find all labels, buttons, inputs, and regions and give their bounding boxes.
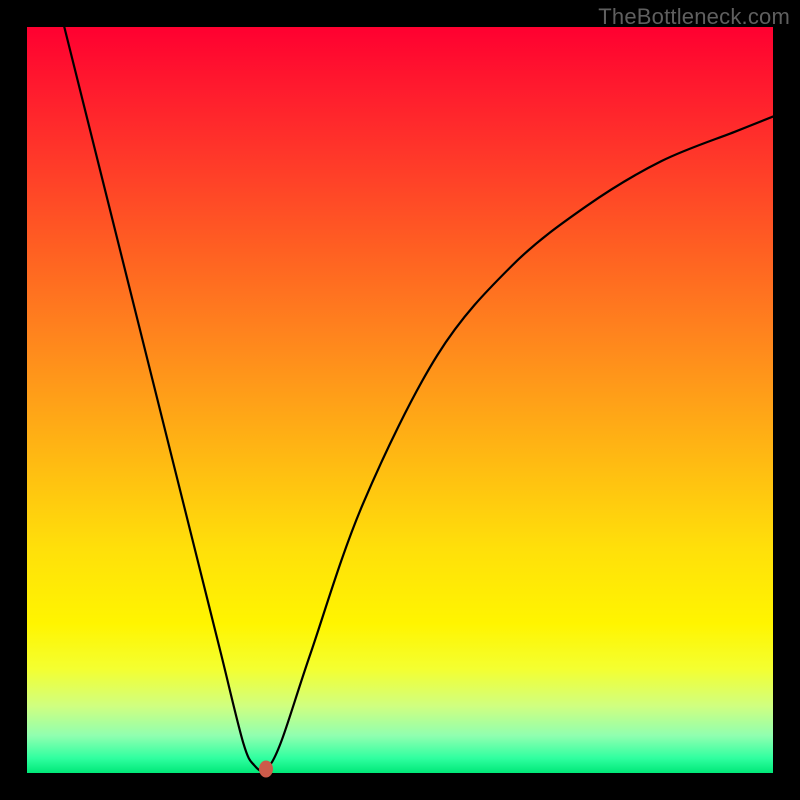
- watermark-text: TheBottleneck.com: [598, 4, 790, 30]
- optimal-point-marker: [259, 761, 273, 778]
- chart-plot-area: [27, 27, 773, 773]
- bottleneck-curve: [27, 27, 773, 773]
